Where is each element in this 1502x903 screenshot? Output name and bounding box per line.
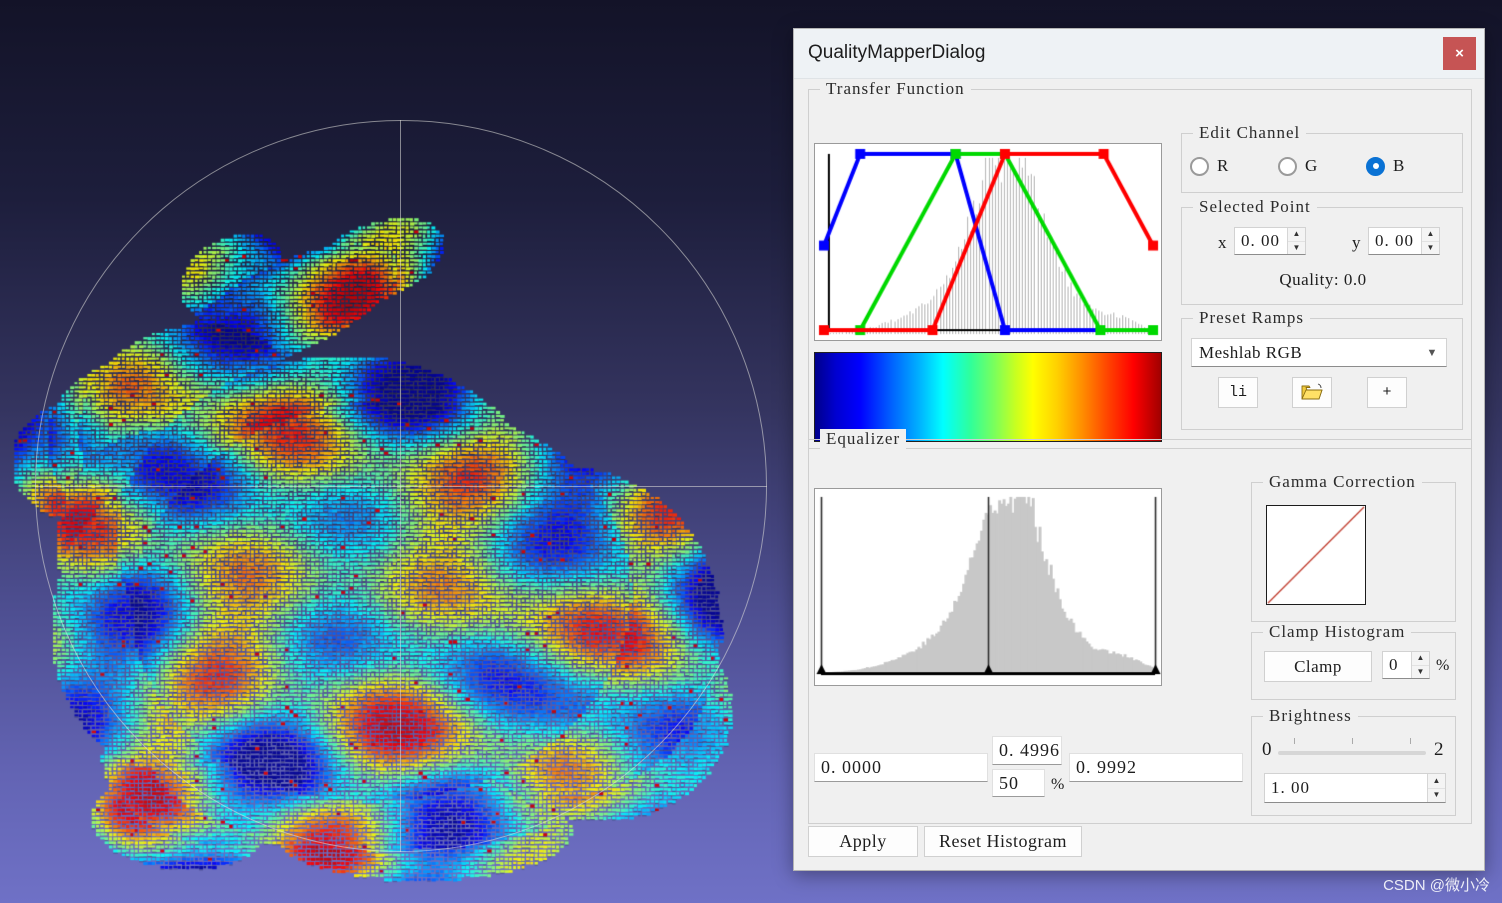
radio-label-g: G	[1305, 156, 1318, 175]
close-icon[interactable]: ×	[1443, 37, 1476, 70]
preset-ramps-group: Preset Ramps Meshlab RGB ▼ li +	[1181, 308, 1463, 430]
radio-channel-b[interactable]: B	[1366, 156, 1404, 176]
selected-point-group: Selected Point x 0. 00 ▲ ▼ y 0. 00 ▲ ▼ Qua…	[1181, 197, 1463, 305]
equalizer-histogram-plot[interactable]	[814, 488, 1162, 686]
y-label: y	[1352, 233, 1361, 252]
clamp-histogram-group: Clamp Histogram Clamp 0 ▲ ▼ %	[1251, 622, 1456, 700]
y-value: 0. 00	[1375, 231, 1414, 250]
clamp-stepper[interactable]: ▲ ▼	[1411, 652, 1429, 678]
apply-button[interactable]: Apply	[808, 826, 918, 857]
list-button-label: li	[1228, 384, 1247, 401]
add-button-label: +	[1382, 384, 1392, 401]
equalizer-mid-input[interactable]: 0. 4996	[992, 736, 1062, 765]
chevron-down-icon: ▼	[1426, 346, 1438, 359]
transfer-function-group: Transfer Function Edit Channel R G B Sel…	[808, 79, 1472, 449]
radio-label-r: R	[1217, 156, 1229, 175]
dialog-titlebar[interactable]: QualityMapperDialog ×	[794, 29, 1484, 79]
preset-ramp-select[interactable]: Meshlab RGB ▼	[1191, 338, 1447, 367]
y-stepper[interactable]: ▲ ▼	[1421, 228, 1439, 254]
equalizer-min-input[interactable]: 0. 0000	[814, 753, 988, 782]
radio-circle-g	[1278, 156, 1297, 176]
clamp-step-up-icon[interactable]: ▲	[1412, 652, 1429, 666]
selected-point-title: Selected Point	[1193, 197, 1317, 217]
equalizer-group: Equalizer 0. 0000 0. 4996 50 % 0. 9992 G…	[808, 429, 1472, 824]
open-folder-icon	[1301, 383, 1323, 400]
quality-mapper-dialog: QualityMapperDialog × Transfer Function …	[793, 28, 1485, 871]
brightness-max-label: 2	[1434, 739, 1444, 760]
equalizer-title: Equalizer	[820, 429, 907, 449]
trackball-horizontal-axis	[35, 486, 767, 487]
clamp-percent-spinbox[interactable]: 0 ▲ ▼	[1382, 651, 1430, 679]
clamp-percent-value: 0	[1389, 655, 1399, 674]
y-step-up-icon[interactable]: ▲	[1422, 228, 1439, 242]
clamp-step-down-icon[interactable]: ▼	[1412, 666, 1429, 679]
gamma-correction-group: Gamma Correction	[1251, 472, 1456, 622]
brightness-step-up-icon[interactable]: ▲	[1428, 774, 1445, 789]
transfer-function-plot[interactable]	[814, 143, 1162, 341]
edit-channel-group: Edit Channel R G B	[1181, 123, 1463, 193]
gamma-correction-title: Gamma Correction	[1263, 472, 1422, 492]
transfer-function-title: Transfer Function	[820, 79, 971, 99]
open-folder-button[interactable]	[1292, 377, 1332, 408]
slider-tick-mid	[1352, 738, 1353, 744]
reset-histogram-button[interactable]: Reset Histogram	[924, 826, 1082, 857]
x-spinbox[interactable]: 0. 00 ▲ ▼	[1234, 227, 1306, 255]
slider-tick-right	[1410, 738, 1411, 744]
clamp-button[interactable]: Clamp	[1264, 651, 1372, 682]
trackball-vertical-axis	[400, 120, 401, 852]
x-step-up-icon[interactable]: ▲	[1288, 228, 1305, 242]
x-stepper[interactable]: ▲ ▼	[1287, 228, 1305, 254]
radio-channel-r[interactable]: R	[1190, 156, 1228, 176]
equalizer-mid-percent-input[interactable]: 50	[992, 769, 1045, 797]
brightness-title: Brightness	[1263, 706, 1358, 726]
x-value: 0. 00	[1241, 231, 1280, 250]
y-step-down-icon[interactable]: ▼	[1422, 242, 1439, 255]
brightness-group: Brightness 0 2 1. 00 ▲ ▼	[1251, 706, 1456, 816]
radio-circle-r	[1190, 156, 1209, 176]
edit-channel-title: Edit Channel	[1193, 123, 1307, 143]
x-label: x	[1218, 233, 1227, 252]
brightness-min-label: 0	[1262, 739, 1272, 760]
radio-channel-g[interactable]: G	[1278, 156, 1317, 176]
slider-tick-left	[1294, 738, 1295, 744]
preset-ramp-value: Meshlab RGB	[1199, 342, 1303, 362]
brightness-spinbox[interactable]: 1. 00 ▲ ▼	[1264, 773, 1446, 803]
dialog-title: QualityMapperDialog	[808, 42, 986, 63]
preset-ramps-title: Preset Ramps	[1193, 308, 1311, 328]
y-spinbox[interactable]: 0. 00 ▲ ▼	[1368, 227, 1440, 255]
percent-label: %	[1051, 776, 1065, 793]
brightness-stepper[interactable]: ▲ ▼	[1427, 774, 1445, 802]
radio-label-b: B	[1393, 156, 1405, 175]
list-button[interactable]: li	[1218, 377, 1258, 408]
gamma-curve-plot[interactable]	[1266, 505, 1366, 605]
application-window: QualityMapperDialog × Transfer Function …	[0, 0, 1502, 903]
x-step-down-icon[interactable]: ▼	[1288, 242, 1305, 255]
add-button[interactable]: +	[1367, 377, 1407, 408]
equalizer-max-input[interactable]: 0. 9992	[1069, 753, 1243, 782]
brightness-value: 1. 00	[1271, 778, 1310, 797]
clamp-histogram-title: Clamp Histogram	[1263, 622, 1412, 642]
quality-value: Quality: 0.0	[1279, 270, 1367, 289]
watermark: CSDN @微小冷	[1383, 877, 1490, 894]
brightness-slider-track[interactable]	[1278, 751, 1426, 800]
clamp-percent-label: %	[1436, 657, 1450, 674]
radio-circle-b	[1366, 156, 1385, 176]
brightness-step-down-icon[interactable]: ▼	[1428, 789, 1445, 803]
